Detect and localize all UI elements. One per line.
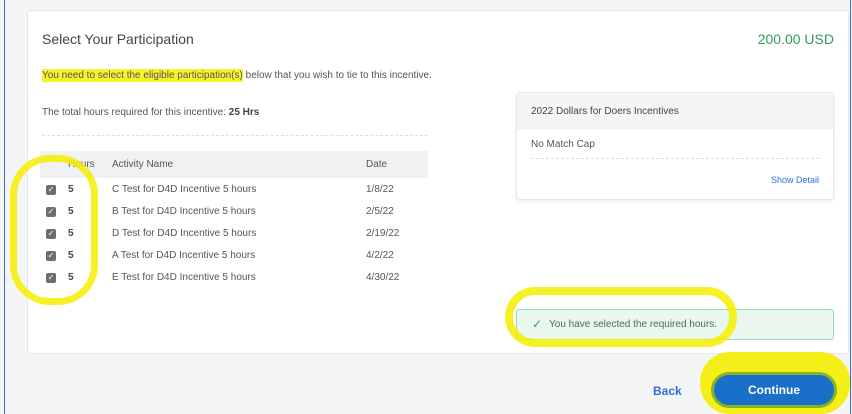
window-border-right [850,0,851,414]
row-date: 2/5/22 [366,205,394,217]
table-row[interactable]: ✓ 5 E Test for D4D Incentive 5 hours 4/3… [40,266,428,288]
back-button[interactable]: Back [653,384,682,398]
row-date: 4/2/22 [366,249,394,261]
row-activity-name: E Test for D4D Incentive 5 hours [112,271,256,283]
column-header-date: Date [360,151,428,178]
incentive-detail-card: 2022 Dollars for Doers Incentives No Mat… [516,92,834,200]
detail-divider [531,158,819,159]
row-activity-name: C Test for D4D Incentive 5 hours [112,183,257,195]
window-border-left [4,0,5,414]
show-detail-link[interactable]: Show Detail [771,175,819,185]
row-activity-name: B Test for D4D Incentive 5 hours [112,205,256,217]
row-date: 4/30/22 [366,271,400,283]
match-cap-text: No Match Cap [531,139,595,150]
column-header-activity-name: Activity Name [106,151,360,178]
total-hours-text: The total hours required for this incent… [42,107,259,118]
highlighter-mark-success [505,287,737,347]
activities-table: Hours Activity Name Date ✓ 5 C Test for … [40,151,428,288]
page-title: Select Your Participation [42,31,194,47]
table-row[interactable]: ✓ 5 A Test for D4D Incentive 5 hours 4/2… [40,244,428,266]
incentive-detail-title: 2022 Dollars for Doers Incentives [517,93,833,129]
row-activity-name: A Test for D4D Incentive 5 hours [112,249,256,261]
total-hours-value: 25 Hrs [228,107,260,118]
row-date: 2/19/22 [366,227,400,239]
table-row[interactable]: ✓ 5 C Test for D4D Incentive 5 hours 1/8… [40,178,428,200]
continue-button[interactable]: Continue [714,375,834,405]
divider [42,135,428,136]
incentive-amount: 200.00 USD [757,31,834,47]
total-hours-label: The total hours required for this incent… [42,107,229,118]
table-row[interactable]: ✓ 5 B Test for D4D Incentive 5 hours 2/5… [40,200,428,222]
instructions-text: You need to select the eligible particip… [42,69,437,83]
table-row[interactable]: ✓ 5 D Test for D4D Incentive 5 hours 2/1… [40,222,428,244]
table-header-row: Hours Activity Name Date [40,151,428,178]
row-date: 1/8/22 [366,183,394,195]
highlighter-mark-checkboxes [10,155,98,305]
row-activity-name: D Test for D4D Incentive 5 hours [112,227,257,239]
highlighted-instruction: You need to select the eligible particip… [42,69,243,82]
instruction-rest: below that you wish to tie to this incen… [242,70,432,81]
